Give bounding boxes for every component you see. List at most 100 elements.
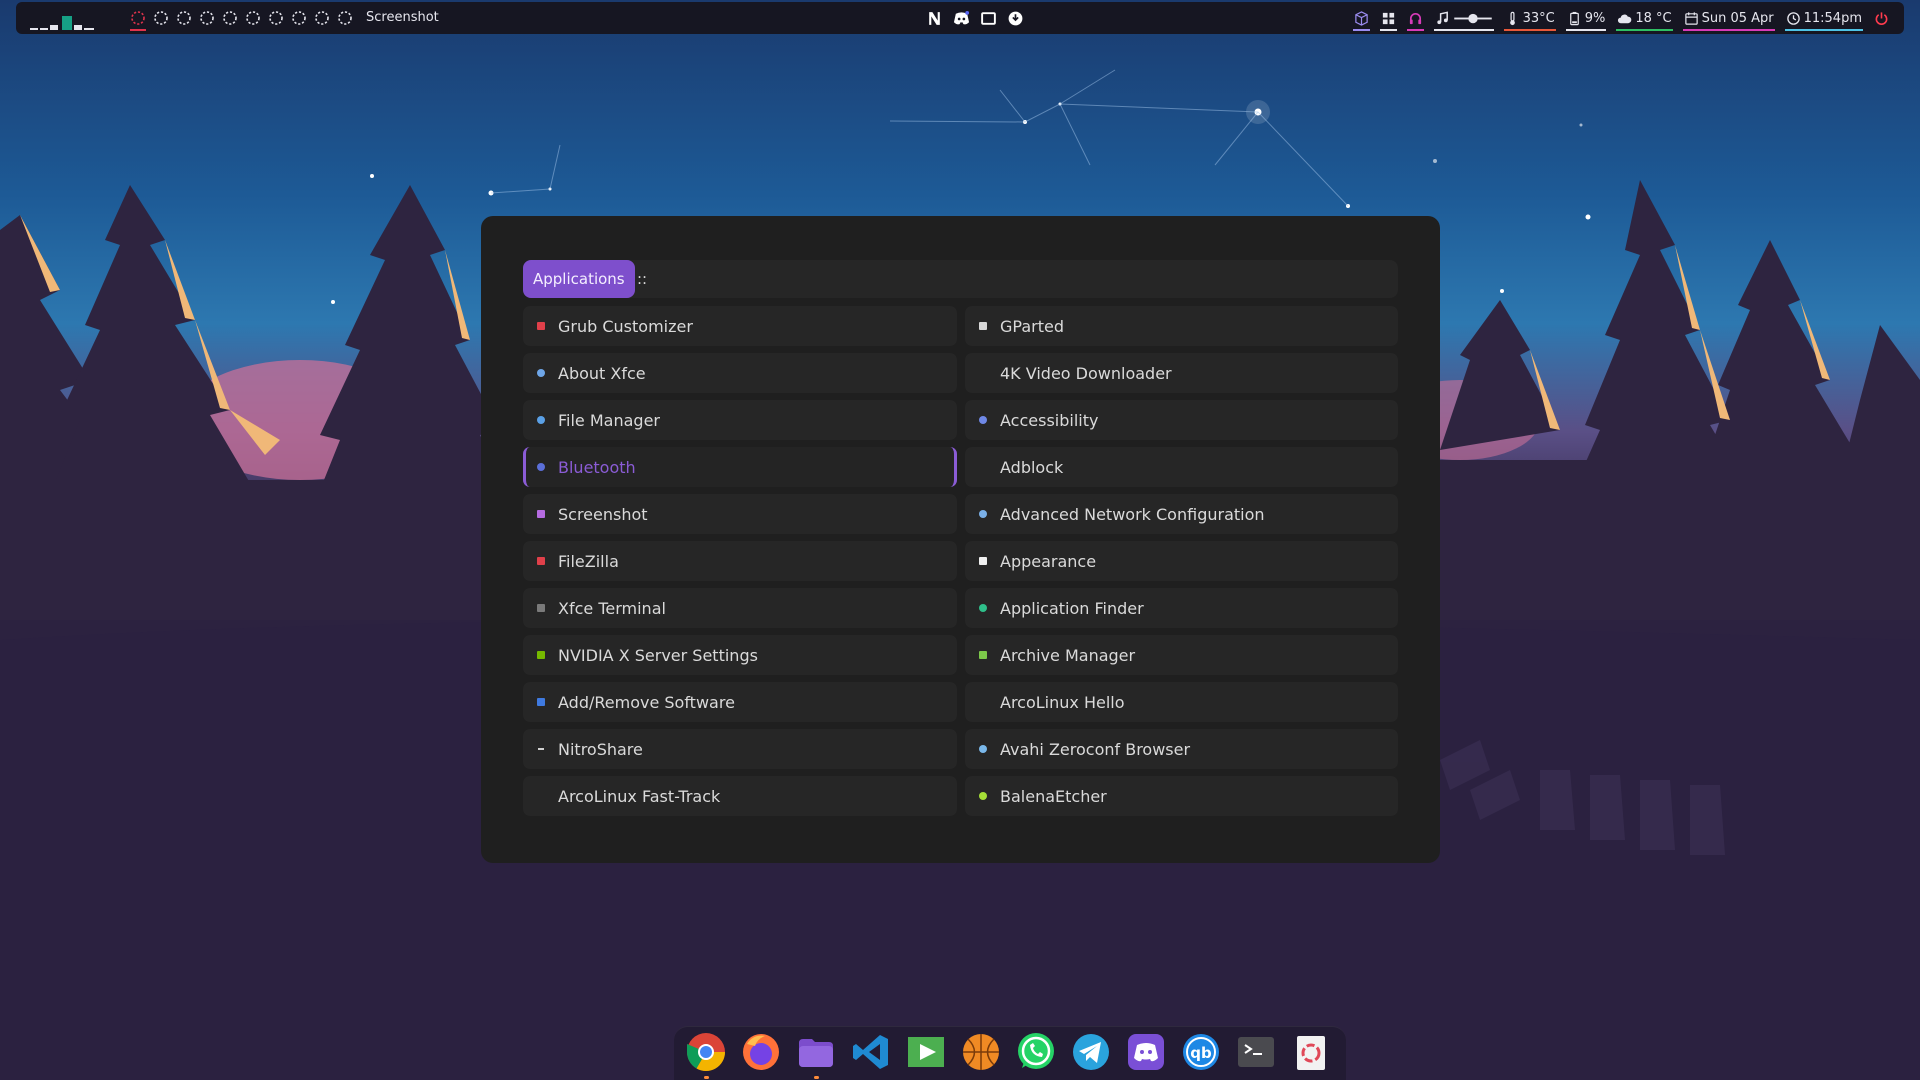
- launcher-entry[interactable]: FileZilla: [523, 541, 957, 581]
- launcher-entry[interactable]: ArcoLinux Fast-Track: [523, 776, 957, 816]
- terminal-icon[interactable]: [1234, 1030, 1278, 1074]
- launcher-entry[interactable]: Screenshot: [523, 494, 957, 534]
- screenshot-icon: [536, 509, 546, 519]
- launcher-entry[interactable]: BalenaEtcher: [965, 776, 1398, 816]
- layout-widget[interactable]: [1379, 2, 1397, 34]
- launcher-entry[interactable]: GParted: [965, 306, 1398, 346]
- launcher-entry[interactable]: Add/Remove Software: [523, 682, 957, 722]
- update-icon[interactable]: [1007, 10, 1024, 27]
- launcher-entry-label: Xfce Terminal: [558, 598, 666, 618]
- launcher-entry[interactable]: About Xfce: [523, 353, 957, 393]
- date-widget[interactable]: Sun 05 Apr: [1682, 2, 1775, 34]
- launcher-entry-label: Adblock: [1000, 457, 1064, 477]
- workspace-1[interactable]: [130, 10, 146, 31]
- volume-slider[interactable]: [1453, 11, 1493, 26]
- launcher-entry-label: Grub Customizer: [558, 316, 693, 336]
- app-finder-icon: [978, 603, 988, 613]
- search-prompt: ::: [637, 270, 648, 288]
- launcher-entry[interactable]: NVIDIA X Server Settings: [523, 635, 957, 675]
- tray-right: 33°C 9% 18 °C Sun 05 Apr 11:54pm: [1352, 2, 1890, 34]
- notion-icon[interactable]: [926, 10, 943, 27]
- launcher-entry-label: Avahi Zeroconf Browser: [1000, 739, 1191, 759]
- battery-widget[interactable]: 9%: [1565, 2, 1607, 34]
- active-window-title: Screenshot: [366, 10, 439, 25]
- discord-icon[interactable]: [1124, 1030, 1168, 1074]
- files-icon[interactable]: [794, 1030, 838, 1074]
- launcher-entry[interactable]: 4K Video Downloader: [965, 353, 1398, 393]
- filezilla-icon: [536, 556, 546, 566]
- balenaetcher-icon: [978, 791, 988, 801]
- accessibility-icon: [978, 415, 988, 425]
- workspace-3[interactable]: [176, 10, 192, 26]
- launcher-entry-label: Advanced Network Configuration: [1000, 504, 1265, 524]
- workspace-8[interactable]: [291, 10, 307, 26]
- launcher-entry-label: NitroShare: [558, 739, 643, 759]
- volume-widget[interactable]: [1433, 2, 1494, 34]
- basketball-icon[interactable]: [959, 1030, 1003, 1074]
- launcher-entry[interactable]: Accessibility: [965, 400, 1398, 440]
- launcher-entry[interactable]: File Manager: [523, 400, 957, 440]
- tray-center: [926, 10, 1024, 27]
- telegram-icon[interactable]: [1069, 1030, 1113, 1074]
- launcher-entry[interactable]: Avahi Zeroconf Browser: [965, 729, 1398, 769]
- cpu-graph-widget[interactable]: [24, 8, 102, 32]
- launcher-entry[interactable]: Application Finder: [965, 588, 1398, 628]
- file-manager-icon: [536, 415, 546, 425]
- workspace-9[interactable]: [314, 10, 330, 26]
- weather-widget[interactable]: 18 °C: [1616, 2, 1673, 34]
- launcher-entry-label: GParted: [1000, 316, 1064, 336]
- workspace-4[interactable]: [199, 10, 215, 26]
- thermometer-icon: [1509, 11, 1515, 25]
- window-icon[interactable]: [980, 10, 997, 27]
- nvidia-icon: [536, 650, 546, 660]
- music-note-icon: [1436, 10, 1448, 24]
- workspace-switcher: [130, 10, 353, 31]
- launcher-entry[interactable]: Appearance: [965, 541, 1398, 581]
- launcher-entry[interactable]: Grub Customizer: [523, 306, 957, 346]
- avahi-icon: [978, 744, 988, 754]
- launcher-entry-label: NVIDIA X Server Settings: [558, 645, 758, 665]
- launcher-entry[interactable]: NitroShare: [523, 729, 957, 769]
- package-widget[interactable]: [1352, 2, 1370, 34]
- running-indicator: [814, 1076, 819, 1079]
- launcher-entry-label: Application Finder: [1000, 598, 1144, 618]
- time-value: 11:54pm: [1803, 10, 1862, 26]
- launcher-entry[interactable]: Adblock: [965, 447, 1398, 487]
- workspace-6[interactable]: [245, 10, 261, 26]
- temperature-widget[interactable]: 33°C: [1503, 2, 1556, 34]
- workspace-5[interactable]: [222, 10, 238, 26]
- clock-icon: [1786, 11, 1800, 25]
- trash-icon[interactable]: [1289, 1030, 1333, 1074]
- launcher-entry[interactable]: Bluetooth: [523, 447, 957, 487]
- launcher-entry[interactable]: Advanced Network Configuration: [965, 494, 1398, 534]
- whatsapp-icon[interactable]: [1014, 1030, 1058, 1074]
- power-button[interactable]: [1873, 2, 1890, 34]
- package-icon: [1354, 10, 1368, 26]
- qbittorrent-icon[interactable]: qb: [1179, 1030, 1223, 1074]
- workspace-2[interactable]: [153, 10, 169, 26]
- launcher-entry[interactable]: Xfce Terminal: [523, 588, 957, 628]
- chrome-icon[interactable]: [684, 1030, 728, 1074]
- mode-applications-button[interactable]: Applications: [523, 260, 635, 298]
- power-icon: [1875, 11, 1888, 25]
- launcher-entry-label: Screenshot: [558, 504, 648, 524]
- software-icon: [536, 697, 546, 707]
- launcher-search-bar[interactable]: Applications ::: [523, 260, 1398, 298]
- discord-icon[interactable]: [953, 10, 970, 27]
- workspace-10[interactable]: [337, 10, 353, 26]
- blank-icon: [978, 697, 988, 707]
- nitroshare-icon: [536, 744, 546, 754]
- launcher-entry[interactable]: Archive Manager: [965, 635, 1398, 675]
- launcher-entry[interactable]: ArcoLinux Hello: [965, 682, 1398, 722]
- workspace-7[interactable]: [268, 10, 284, 26]
- media-player-icon[interactable]: [904, 1030, 948, 1074]
- vscode-icon[interactable]: [849, 1030, 893, 1074]
- launcher-entry-label: Accessibility: [1000, 410, 1099, 430]
- clock-widget[interactable]: 11:54pm: [1784, 2, 1863, 34]
- launcher-entry-label: FileZilla: [558, 551, 619, 571]
- headphones-widget[interactable]: [1406, 2, 1424, 34]
- bluetooth-icon: [536, 462, 546, 472]
- launcher-entry-label: About Xfce: [558, 363, 646, 383]
- firefox-icon[interactable]: [739, 1030, 783, 1074]
- launcher-entry-label: Bluetooth: [558, 457, 636, 477]
